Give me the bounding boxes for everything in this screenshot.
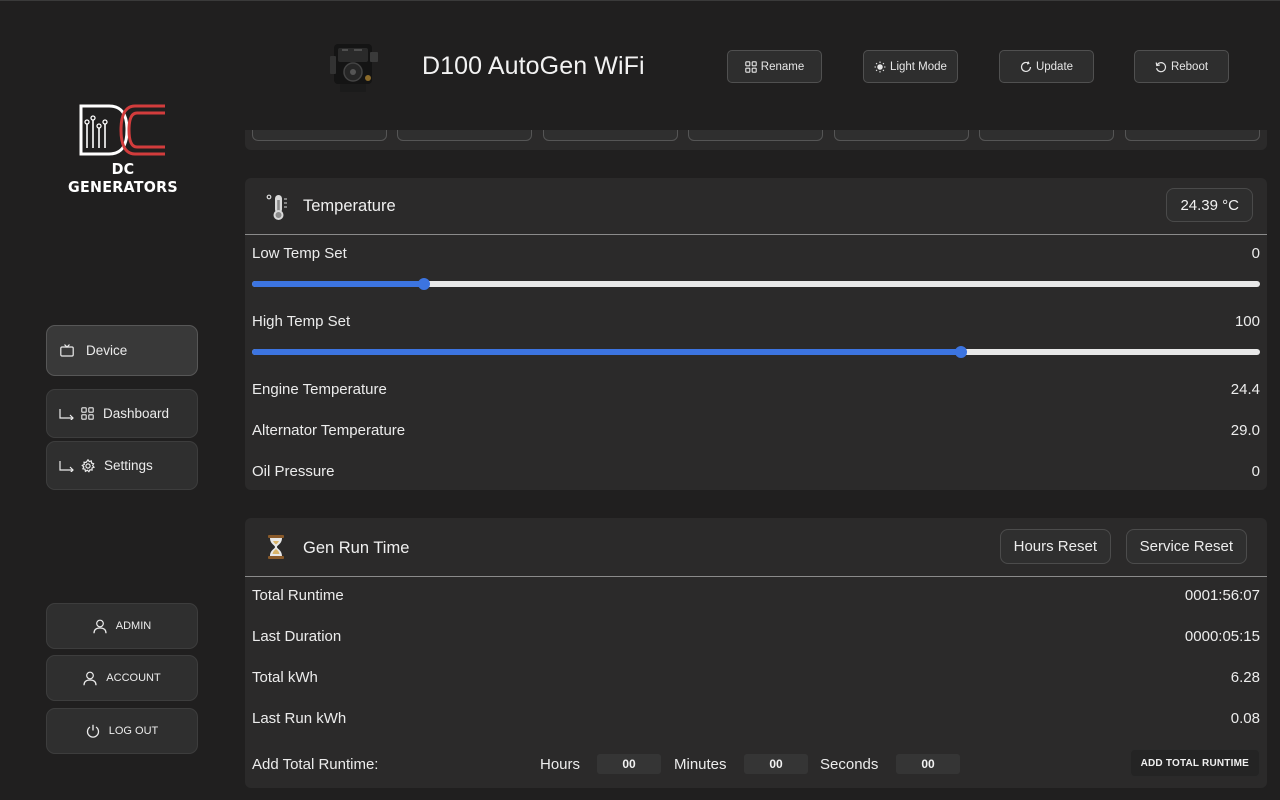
temperature-title: Temperature: [303, 197, 396, 215]
oil-pressure-label: Oil Pressure: [252, 463, 335, 480]
admin-button[interactable]: ADMIN: [46, 603, 198, 649]
engine-temp-value: 24.4: [1230, 381, 1260, 398]
add-runtime-label: Add Total Runtime:: [252, 756, 379, 773]
temperature-header: Temperature 24.39 °C: [245, 178, 1267, 235]
last-run-kwh-label: Last Run kWh: [252, 710, 347, 727]
arrow-corner-icon: [59, 408, 74, 420]
strip-tab[interactable]: [1125, 130, 1260, 141]
nav-device-label: Device: [86, 343, 128, 358]
minutes-label: Minutes: [674, 756, 727, 773]
update-label: Update: [1035, 60, 1074, 73]
runtime-panel: Gen Run Time Hours Reset Service Reset T…: [245, 518, 1267, 788]
strip-tab[interactable]: [397, 130, 532, 141]
logout-label: LOG OUT: [108, 725, 159, 737]
previous-panel-strip: [245, 130, 1267, 150]
hours-reset-button[interactable]: Hours Reset: [999, 529, 1111, 564]
update-button[interactable]: Update: [999, 50, 1094, 83]
rename-label: Rename: [760, 60, 805, 73]
arrow-corner-icon: [59, 460, 74, 472]
nav-dashboard[interactable]: Dashboard: [46, 389, 198, 438]
high-temp-label: High Temp Set: [252, 313, 351, 330]
grid-icon: [745, 60, 757, 73]
admin-label: ADMIN: [115, 620, 152, 632]
sun-icon: [874, 61, 886, 72]
light-mode-label: Light Mode: [890, 60, 947, 73]
strip-tab[interactable]: [252, 130, 387, 141]
last-duration-label: Last Duration: [252, 628, 342, 645]
hours-label: Hours: [540, 756, 581, 773]
nav-settings[interactable]: Settings: [46, 441, 198, 490]
last-run-kwh-value: 0.08: [1230, 710, 1260, 727]
seconds-input[interactable]: [896, 754, 960, 774]
light-mode-button[interactable]: Light Mode: [863, 50, 958, 83]
hourglass-icon: [268, 535, 284, 559]
strip-tab[interactable]: [543, 130, 678, 141]
nav-device[interactable]: Device: [46, 325, 198, 376]
grid-icon: [81, 407, 94, 420]
rename-button[interactable]: Rename: [727, 50, 822, 83]
service-reset-button[interactable]: Service Reset: [1125, 529, 1247, 564]
total-runtime-value: 0001:56:07: [1184, 587, 1260, 604]
alternator-temp-label: Alternator Temperature: [252, 422, 406, 439]
low-temp-label: Low Temp Set: [252, 245, 347, 262]
strip-tab[interactable]: [979, 130, 1114, 141]
total-kwh-label: Total kWh: [252, 669, 318, 686]
top-border: [0, 0, 1280, 1]
power-icon: [86, 724, 99, 738]
device-title: D100 AutoGen WiFi: [422, 52, 645, 80]
brand-name: DC GENERATORS: [68, 160, 178, 196]
hours-input[interactable]: [597, 754, 661, 774]
account-button[interactable]: ACCOUNT: [46, 655, 198, 701]
slider-fill: [252, 349, 961, 355]
slider-fill: [252, 281, 425, 287]
nav-dashboard-label: Dashboard: [103, 406, 170, 421]
thermometer-icon: [266, 194, 287, 220]
strip-tab[interactable]: [834, 130, 969, 141]
reboot-icon: [1155, 61, 1167, 72]
engine-temp-label: Engine Temperature: [252, 381, 387, 398]
dc-logo-mark: [79, 104, 165, 156]
reboot-button[interactable]: Reboot: [1134, 50, 1229, 83]
temperature-reading: 24.39 °C: [1166, 188, 1253, 222]
slider-thumb[interactable]: [954, 346, 967, 358]
slider-thumb[interactable]: [418, 278, 431, 290]
oil-pressure-value: 0: [1251, 463, 1260, 480]
high-temp-value: 100: [1234, 313, 1260, 330]
low-temp-value: 0: [1251, 245, 1260, 262]
minutes-input[interactable]: [744, 754, 808, 774]
add-total-runtime-button[interactable]: ADD TOTAL RUNTIME: [1129, 749, 1260, 777]
runtime-header: Gen Run Time Hours Reset Service Reset: [245, 518, 1267, 577]
total-kwh-value: 6.28: [1230, 669, 1260, 686]
strip-tab[interactable]: [688, 130, 823, 141]
logout-button[interactable]: LOG OUT: [46, 708, 198, 754]
user-icon: [83, 671, 97, 685]
low-temp-slider[interactable]: [252, 278, 1260, 290]
alternator-temp-value: 29.0: [1230, 422, 1260, 439]
user-icon: [93, 619, 107, 633]
total-runtime-label: Total Runtime: [252, 587, 344, 604]
refresh-icon: [1020, 60, 1032, 72]
gear-icon: [81, 458, 95, 473]
tv-icon: [60, 344, 74, 357]
account-label: ACCOUNT: [106, 672, 161, 684]
brand-logo: DC GENERATORS: [62, 104, 184, 196]
engine-image: [330, 44, 378, 92]
nav-settings-label: Settings: [104, 458, 153, 473]
seconds-label: Seconds: [820, 756, 879, 773]
last-duration-value: 0000:05:15: [1184, 628, 1260, 645]
temperature-panel: Temperature 24.39 °C Low Temp Set 0 High…: [245, 178, 1267, 490]
high-temp-slider[interactable]: [252, 346, 1260, 358]
reboot-label: Reboot: [1170, 60, 1209, 73]
runtime-title: Gen Run Time: [303, 539, 410, 557]
